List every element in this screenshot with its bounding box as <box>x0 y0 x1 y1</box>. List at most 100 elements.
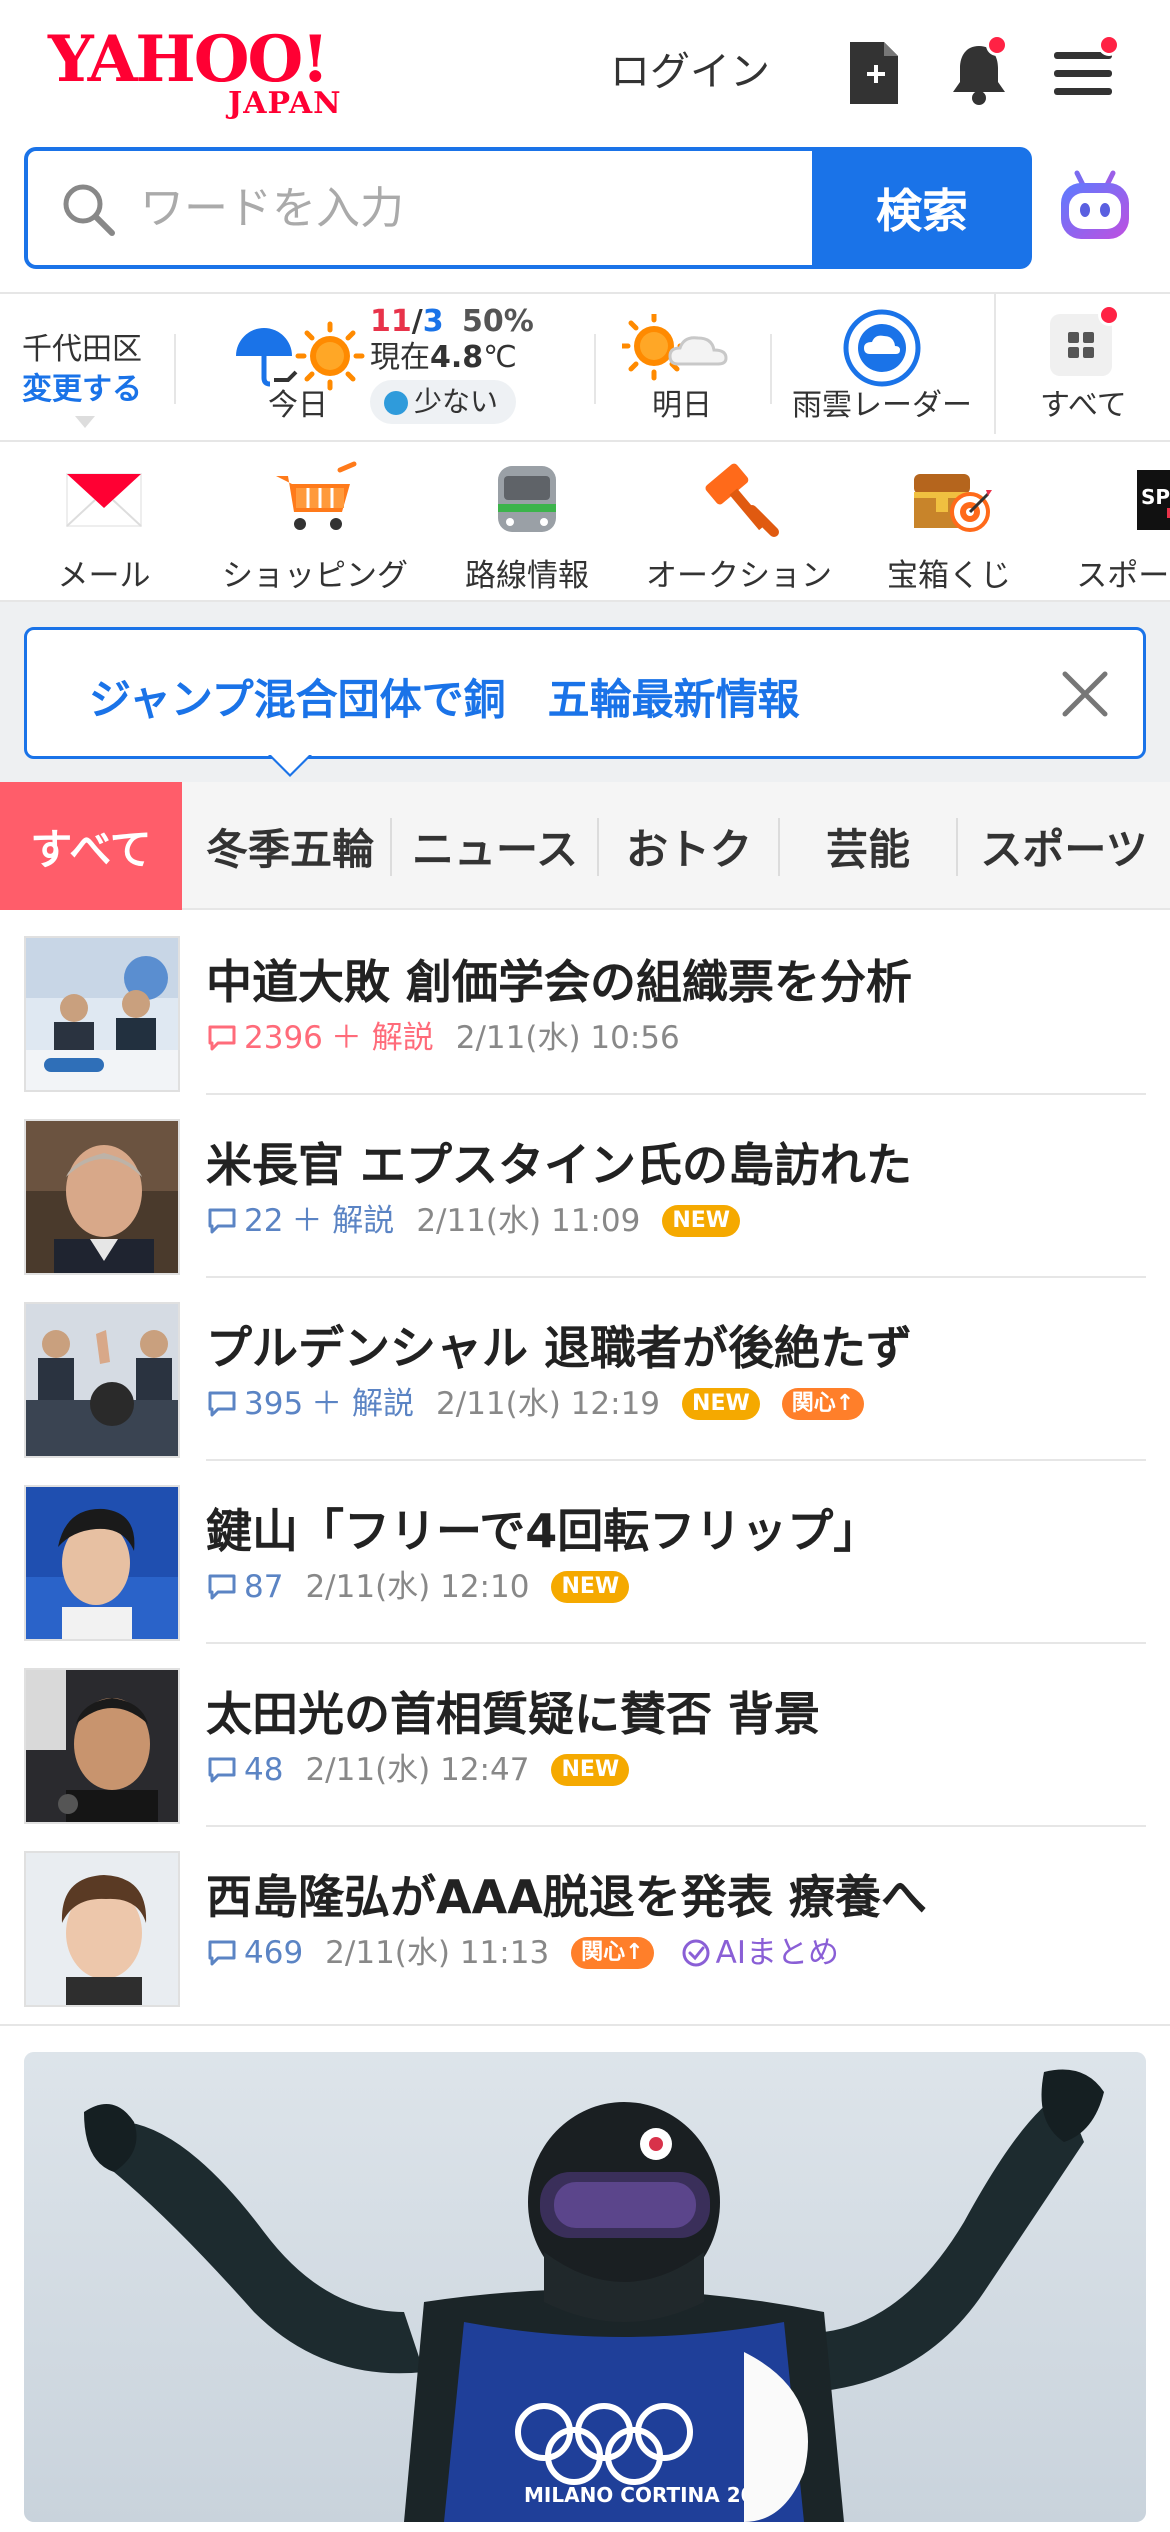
news-item[interactable]: 鍵山「フリーで4回転フリップ」 87 2/11(水) 12:10 NEW <box>0 1461 1170 1644</box>
comment-icon <box>208 1940 236 1966</box>
ai-assistant-icon[interactable] <box>1055 165 1135 245</box>
rain-radar-icon[interactable] <box>842 308 922 388</box>
comment-count[interactable]: 469 <box>244 1931 303 1975</box>
temp-high: 11 <box>370 304 412 339</box>
today-label: 今日 <box>268 388 328 423</box>
banner-text[interactable]: ジャンプ混合団体で銅 五輪最新情報 <box>89 666 800 727</box>
news-meta: 469 2/11(水) 11:13 関心↑ AIまとめ <box>206 1931 839 1975</box>
tab-entertainment[interactable]: 芸能 <box>780 782 956 910</box>
news-date: 2/11(水) 12:19 <box>436 1386 661 1422</box>
news-item[interactable]: 西島隆弘がAAA脱退を発表 療養へ 469 2/11(水) 11:13 関心↑ … <box>0 1827 1170 2010</box>
service-label: ショッピング <box>222 558 408 594</box>
temperature-high-low: 11/3 50% <box>370 302 534 342</box>
category-tabs: すべて 冬季五輪 ニュース おトク 芸能 スポーツ <box>0 782 1170 910</box>
notification-dot <box>986 34 1008 56</box>
search-button[interactable]: 検索 <box>812 147 1032 269</box>
login-link[interactable]: ログイン <box>610 44 770 100</box>
commentary-label[interactable]: ＋ 解説 <box>331 1016 434 1060</box>
ai-check-icon <box>682 1939 710 1967</box>
tab-news[interactable]: ニュース <box>394 782 596 910</box>
service-transit[interactable]: 路線情報 <box>462 460 592 595</box>
service-sports[interactable]: SPO スポーツ <box>1068 460 1170 595</box>
comment-count[interactable]: 22 <box>244 1199 283 1243</box>
service-mail[interactable]: メール <box>54 460 154 595</box>
bell-icon[interactable] <box>944 34 1014 108</box>
news-meta: 395 ＋ 解説 2/11(水) 12:19 NEW 関心↑ <box>206 1382 865 1426</box>
pollen-label: 少ない <box>414 385 499 418</box>
news-title[interactable]: プルデンシャル 退職者が後絶たず <box>206 1312 912 1378</box>
service-label: オークション <box>646 558 832 594</box>
temp-separator: / <box>411 304 423 339</box>
breaking-news-banner[interactable]: ジャンプ混合団体で銅 五輪最新情報 <box>24 627 1146 759</box>
close-icon[interactable] <box>1057 666 1113 722</box>
news-date: 2/11(水) 11:09 <box>416 1203 641 1239</box>
svg-text:SPO: SPO <box>1141 485 1170 509</box>
news-title[interactable]: 太田光の首相質疑に賛否 背景 <box>206 1678 820 1744</box>
current-prefix: 現在 <box>370 340 430 375</box>
service-auction[interactable]: オークション <box>646 460 832 595</box>
featured-photo[interactable]: MILANO CORTINA 2026 <box>24 2052 1146 2522</box>
rain-radar-label[interactable]: 雨雲レーダー <box>792 380 972 424</box>
current-temperature: 現在4.8℃ <box>370 338 517 378</box>
tab-deals[interactable]: おトク <box>600 782 778 910</box>
tab-all[interactable]: すべて <box>0 782 182 910</box>
news-thumbnail <box>24 1851 180 2007</box>
menu-icon[interactable] <box>1048 34 1120 108</box>
tab-sports[interactable]: スポーツ <box>958 782 1170 910</box>
news-title[interactable]: 西島隆弘がAAA脱退を発表 療養へ <box>206 1861 927 1927</box>
temp-unit: ℃ <box>483 340 517 375</box>
menu-notification-dot <box>1098 34 1120 56</box>
auction-hammer-icon <box>694 460 784 540</box>
banner-pointer-inner <box>271 755 309 774</box>
news-title[interactable]: 米長官 エプスタイン氏の島訪れた <box>206 1129 912 1195</box>
commentary-label[interactable]: ＋ 解説 <box>291 1199 394 1243</box>
news-item[interactable]: 中道大敗 創価学会の組織票を分析 2396 ＋ 解説 2/11(水) 10:56 <box>0 912 1170 1095</box>
comment-count[interactable]: 48 <box>244 1748 283 1792</box>
pollen-icon <box>384 391 408 415</box>
header: YAHOO! JAPAN ログイン <box>0 0 1170 140</box>
sports-icon: SPO <box>1122 460 1170 540</box>
logo-main-text: YAHOO! <box>48 22 329 97</box>
mail-icon <box>59 460 149 540</box>
tomorrow-weather-icon[interactable] <box>619 311 742 384</box>
comment-icon <box>208 1391 236 1417</box>
change-location-link[interactable]: 変更する <box>22 370 142 410</box>
ai-summary-label: AIまとめ <box>715 1935 839 1971</box>
ai-summary-link[interactable]: AIまとめ <box>680 1931 839 1975</box>
search-input[interactable] <box>140 173 820 243</box>
divider <box>174 334 176 404</box>
news-item[interactable]: プルデンシャル 退職者が後絶たず 395 ＋ 解説 2/11(水) 12:19 … <box>0 1278 1170 1461</box>
service-shortcuts: メール ショッピング 路線情報 オークション 宝箱くじ SP スポー <box>0 442 1170 602</box>
tab-winter-olympics[interactable]: 冬季五輪 <box>190 782 390 910</box>
comment-count[interactable]: 87 <box>244 1565 283 1609</box>
location-name: 千代田区 <box>22 332 142 367</box>
divider <box>994 294 996 434</box>
all-label[interactable]: すべて <box>1040 380 1127 424</box>
news-meta: 48 2/11(水) 12:47 NEW <box>206 1748 630 1792</box>
news-date: 2/11(水) 10:56 <box>455 1020 680 1056</box>
bib-text: MILANO CORTINA 2026 <box>524 2483 782 2507</box>
precipitation: 50% <box>462 304 534 339</box>
comment-icon <box>208 1574 236 1600</box>
weather-location[interactable]: 千代田区 変更する <box>22 330 142 410</box>
divider <box>770 334 772 404</box>
add-document-icon[interactable] <box>840 38 910 108</box>
train-icon <box>482 460 572 540</box>
tab-separator <box>597 818 599 876</box>
service-treasure-lottery[interactable]: 宝箱くじ <box>884 460 1014 595</box>
location-dropdown-icon <box>75 416 95 428</box>
news-title[interactable]: 鍵山「フリーで4回転フリップ」 <box>206 1495 879 1561</box>
news-item[interactable]: 米長官 エプスタイン氏の島訪れた 22 ＋ 解説 2/11(水) 11:09 N… <box>0 1095 1170 1278</box>
news-date: 2/11(水) 12:47 <box>305 1752 530 1788</box>
weather-bar: 千代田区 変更する 今日 11/3 50% 現在4.8℃ 少ない 明日 雨雲レー… <box>0 292 1170 442</box>
news-title[interactable]: 中道大敗 創価学会の組織票を分析 <box>206 946 912 1012</box>
all-weather-icon[interactable] <box>1050 304 1120 376</box>
service-shopping[interactable]: ショッピング <box>222 460 408 595</box>
section-divider <box>0 2024 1170 2026</box>
tomorrow-label: 明日 <box>652 388 712 423</box>
news-item[interactable]: 太田光の首相質疑に賛否 背景 48 2/11(水) 12:47 NEW <box>0 1644 1170 1827</box>
commentary-label[interactable]: ＋ 解説 <box>311 1382 414 1426</box>
comment-count[interactable]: 395 <box>244 1382 303 1426</box>
yahoo-japan-logo[interactable]: YAHOO! JAPAN <box>48 22 368 122</box>
comment-count[interactable]: 2396 <box>244 1016 323 1060</box>
